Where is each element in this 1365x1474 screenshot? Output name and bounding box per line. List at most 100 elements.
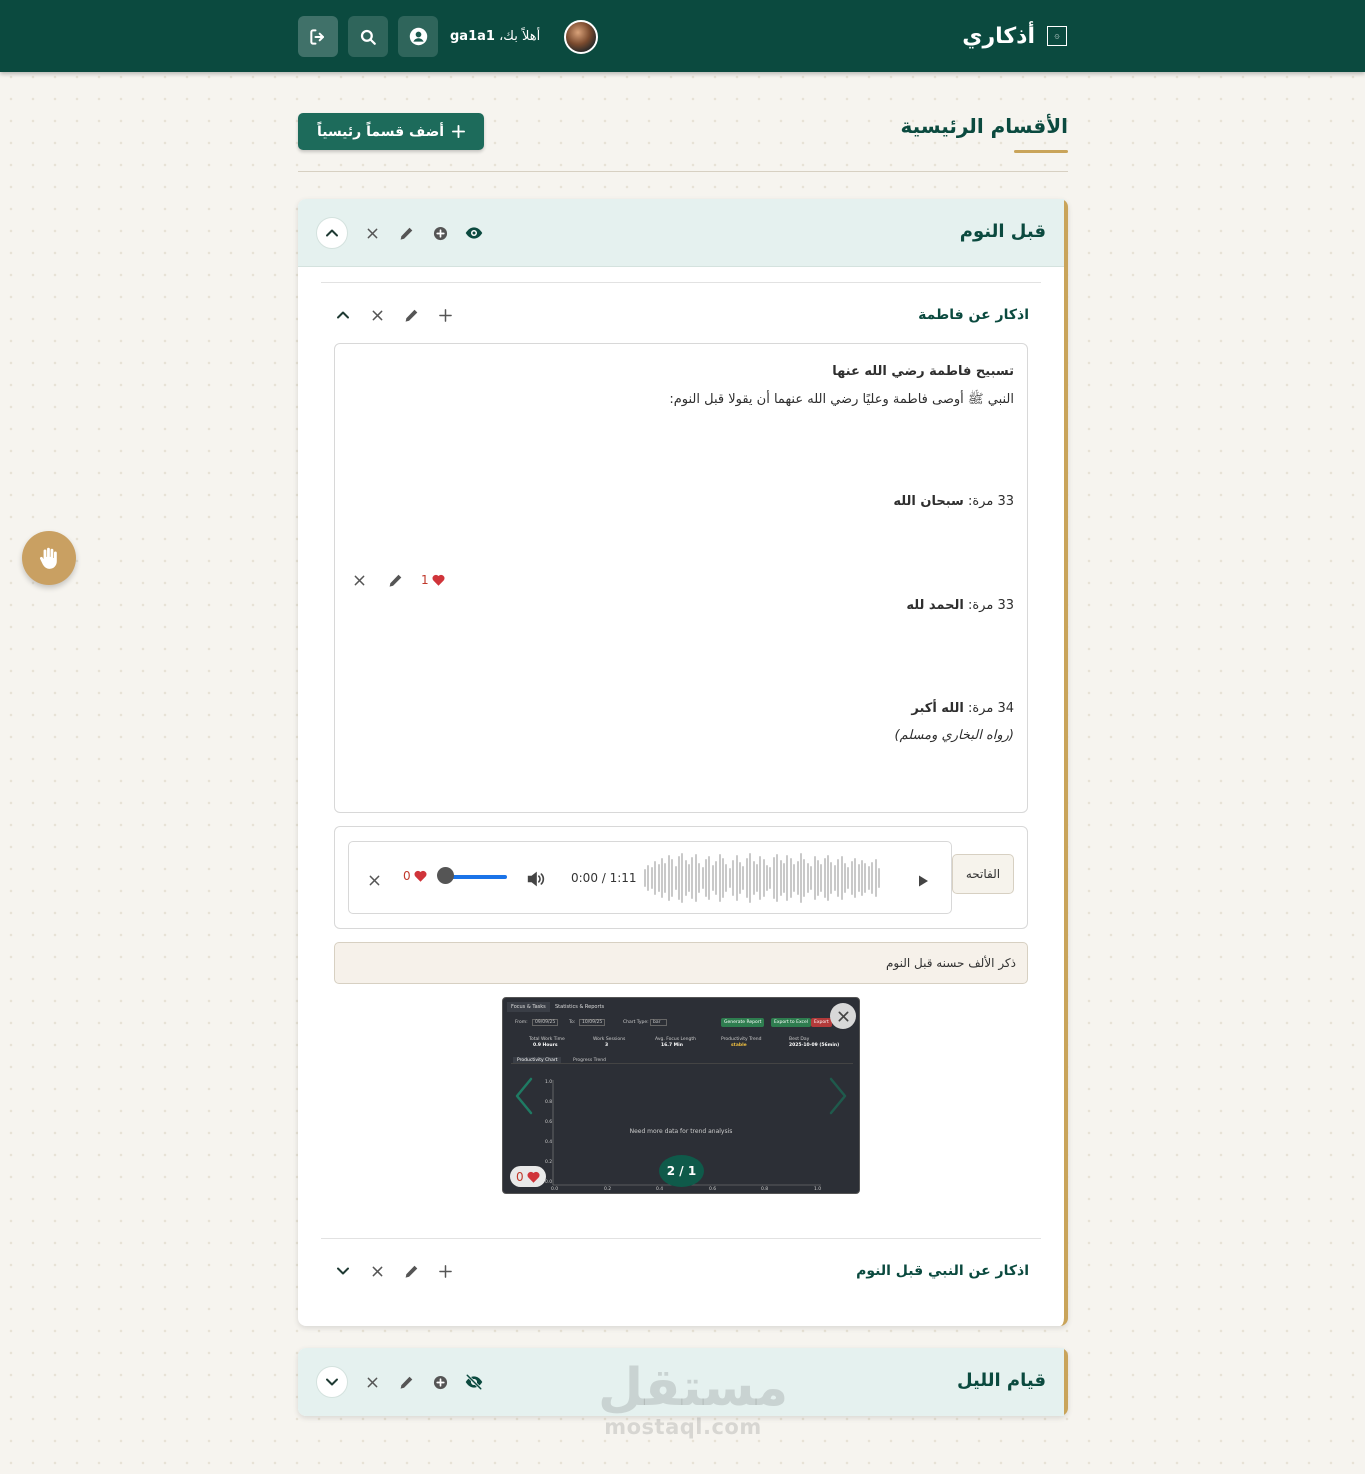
waveform-bar — [647, 865, 650, 891]
waveform-bar — [660, 858, 663, 898]
eye-icon — [465, 227, 483, 239]
edit-section-button[interactable] — [396, 223, 416, 243]
plus-circle-icon — [433, 226, 447, 240]
waveform[interactable] — [644, 853, 896, 903]
delete-section-button[interactable] — [362, 223, 382, 243]
close-icon — [367, 1377, 377, 1387]
waveform-bar — [650, 867, 653, 889]
plus-icon — [452, 125, 466, 138]
waveform-bar — [783, 863, 786, 893]
delete-subsection-button[interactable] — [367, 1261, 387, 1281]
prev-image-button[interactable] — [513, 1076, 535, 1116]
delete-audio-button[interactable] — [369, 870, 380, 889]
visibility-toggle[interactable] — [464, 1372, 484, 1392]
screenshot-ytick: 0.2 — [545, 1160, 553, 1165]
edit-subsection-button[interactable] — [401, 1261, 421, 1281]
waveform-bar — [799, 853, 802, 903]
like-count: 0 — [403, 869, 411, 883]
eye-slash-icon — [465, 1374, 483, 1390]
waveform-bar — [715, 861, 718, 895]
waveform-bar — [728, 868, 731, 888]
like-count: 1 — [421, 573, 429, 587]
waveform-bar — [752, 861, 755, 895]
image-like-button[interactable]: 0 — [510, 1166, 546, 1187]
chevron-up-icon — [337, 311, 349, 319]
floating-hand-button[interactable] — [22, 531, 76, 585]
search-button[interactable] — [348, 16, 388, 57]
delete-section-button[interactable] — [362, 1372, 382, 1392]
add-main-section-button[interactable]: أضف قسماً رئيسياً — [298, 113, 484, 150]
add-subsection-button[interactable] — [430, 1372, 450, 1392]
waveform-bar — [813, 856, 816, 900]
visibility-toggle[interactable] — [464, 223, 484, 243]
collapse-subsection-button[interactable] — [333, 305, 353, 325]
waveform-bar — [684, 860, 687, 896]
chevron-left-icon — [515, 1077, 533, 1115]
brand[interactable]: ۞ أذكاري — [962, 18, 1067, 54]
chevron-right-icon — [829, 1077, 847, 1115]
profile-button[interactable] — [398, 16, 438, 57]
delete-subsection-button[interactable] — [367, 305, 387, 325]
waveform-bar — [755, 864, 758, 892]
avatar[interactable] — [564, 19, 599, 54]
volume-slider-knob[interactable] — [437, 867, 454, 884]
hand-icon — [40, 547, 57, 569]
waveform-bar — [772, 857, 775, 899]
waveform-bar — [776, 854, 779, 902]
waveform-bar — [667, 855, 670, 901]
zikr-phrase: الله أكبر — [911, 701, 964, 716]
waveform-bar — [861, 860, 863, 896]
play-button[interactable] — [916, 870, 930, 889]
waveform-bar — [779, 860, 782, 896]
edit-zikr-button[interactable] — [385, 570, 405, 590]
note-card: ذكر الألف حسنه قبل النوم — [334, 942, 1028, 984]
section-header[interactable]: قيام الليل — [298, 1348, 1064, 1416]
waveform-bar — [850, 861, 853, 895]
waveform-bar — [789, 858, 792, 898]
plus-icon — [438, 1264, 452, 1278]
pencil-icon — [389, 574, 401, 587]
add-item-button[interactable] — [435, 305, 455, 325]
waveform-bar — [749, 853, 752, 903]
close-icon — [838, 1011, 848, 1021]
waveform-bar — [830, 862, 833, 894]
waveform-bar — [654, 861, 657, 895]
waveform-bar — [847, 867, 850, 889]
chevron-down-icon — [326, 1378, 338, 1386]
waveform-bar — [725, 864, 728, 892]
waveform-bar — [833, 865, 836, 891]
waveform-bar — [823, 858, 826, 898]
screenshot-xtick: 0.4 — [656, 1187, 664, 1192]
like-button[interactable]: 1 — [421, 573, 445, 587]
next-image-button[interactable] — [827, 1076, 849, 1116]
audio-like-button[interactable]: 0 — [403, 869, 427, 883]
close-image-button[interactable] — [830, 1003, 856, 1029]
collapse-section-button[interactable] — [316, 217, 348, 249]
top-navbar: ۞ أذكاري أهلاً بك، ga1a1 — [0, 0, 1365, 72]
screenshot-xtick: 0.2 — [604, 1187, 612, 1192]
delete-zikr-button[interactable] — [349, 570, 369, 590]
waveform-bar — [677, 856, 680, 900]
zikr-phrase: الحمد لله — [906, 598, 964, 613]
waveform-bar — [698, 863, 701, 893]
zikr-card: تسبيح فاطمة رضي الله عنها النبي ﷺ أوصى ف… — [334, 343, 1028, 813]
note-text: ذكر الألف حسنه قبل النوم — [885, 956, 1016, 970]
edit-subsection-button[interactable] — [401, 305, 421, 325]
edit-section-button[interactable] — [396, 1372, 416, 1392]
waveform-bar — [816, 860, 819, 896]
logout-button[interactable] — [298, 16, 338, 57]
expand-subsection-button[interactable] — [333, 1261, 353, 1281]
section-toolbar — [316, 217, 484, 249]
expand-section-button[interactable] — [316, 1366, 348, 1398]
volume-button[interactable] — [526, 868, 546, 888]
zikr-line: 33 مرة: الحمد لله — [906, 598, 1014, 613]
section-header[interactable]: قبل النوم — [298, 199, 1064, 267]
waveform-bar — [786, 855, 789, 901]
image-viewer[interactable]: Focus & Tasks Statistics & Reports From:… — [502, 997, 860, 1194]
zikr-count: 33 مرة: — [967, 598, 1014, 613]
waveform-bar — [681, 853, 684, 903]
add-item-button[interactable] — [435, 1261, 455, 1281]
play-icon — [919, 875, 928, 886]
add-subsection-button[interactable] — [430, 223, 450, 243]
waveform-bar — [732, 860, 735, 896]
